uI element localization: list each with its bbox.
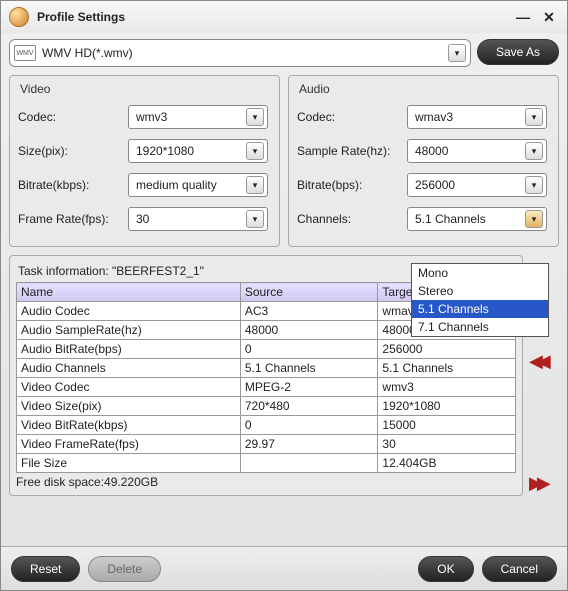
dropdown-option[interactable]: 7.1 Channels [412,318,548,336]
table-cell: 29.97 [240,435,378,454]
table-cell: 12.404GB [378,454,516,473]
table-cell: 30 [378,435,516,454]
prev-button[interactable]: ◀◀ [529,351,557,373]
titlebar: Profile Settings ― ✕ [1,1,567,33]
video-codec-select[interactable]: wmv3▾ [128,105,268,129]
table-cell: 0 [240,416,378,435]
chevron-down-icon[interactable]: ▾ [525,142,543,160]
table-cell: 5.1 Channels [240,359,378,378]
video-group: Video Codec: wmv3▾ Size(pix): 1920*1080▾… [9,75,280,247]
table-cell: Audio Codec [17,302,241,321]
reset-button[interactable]: Reset [11,556,80,582]
ok-button[interactable]: OK [418,556,473,582]
minimize-button[interactable]: ― [513,7,533,27]
dropdown-option[interactable]: Mono [412,264,548,282]
audio-codec-select[interactable]: wmav3▾ [407,105,547,129]
table-row: Video FrameRate(fps)29.9730 [17,435,516,454]
save-as-button[interactable]: Save As [477,39,559,65]
table-cell: 15000 [378,416,516,435]
wmv-icon: WMV [14,45,36,61]
window-title: Profile Settings [37,10,125,24]
video-framerate-select[interactable]: 30▾ [128,207,268,231]
audio-channels-select[interactable]: 5.1 Channels▾ [407,207,547,231]
table-cell: File Size [17,454,241,473]
video-framerate-label: Frame Rate(fps): [18,212,128,226]
table-cell: Video FrameRate(fps) [17,435,241,454]
free-disk-space: Free disk space:49.220GB [16,475,516,489]
footer: Reset Delete OK Cancel [1,546,567,590]
audio-samplerate-label: Sample Rate(hz): [297,144,407,158]
next-button[interactable]: ▶▶ [529,473,557,495]
table-cell: 48000 [240,321,378,340]
table-cell: 0 [240,340,378,359]
nav-arrows: ◀◀ ▶▶ [529,351,557,495]
audio-group: Audio Codec: wmav3▾ Sample Rate(hz): 480… [288,75,559,247]
chevron-down-icon[interactable]: ▾ [246,142,264,160]
audio-samplerate-select[interactable]: 48000▾ [407,139,547,163]
video-bitrate-label: Bitrate(kbps): [18,178,128,192]
table-header[interactable]: Source [240,283,378,302]
table-cell: MPEG-2 [240,378,378,397]
table-cell: Video BitRate(kbps) [17,416,241,435]
chevron-down-icon[interactable]: ▾ [525,176,543,194]
dropdown-option[interactable]: 5.1 Channels [412,300,548,318]
video-bitrate-select[interactable]: medium quality▾ [128,173,268,197]
table-header[interactable]: Name [17,283,241,302]
cancel-button[interactable]: Cancel [482,556,557,582]
table-cell: wmv3 [378,378,516,397]
app-icon [9,7,29,27]
video-group-title: Video [20,82,271,96]
profile-select[interactable]: WMV WMV HD(*.wmv) ▾ [9,39,471,67]
profile-settings-window: Profile Settings ― ✕ WMV WMV HD(*.wmv) ▾… [0,0,568,591]
audio-channels-label: Channels: [297,212,407,226]
table-row: Video Size(pix)720*4801920*1080 [17,397,516,416]
table-row: Audio BitRate(bps)0256000 [17,340,516,359]
chevron-down-icon[interactable]: ▾ [525,108,543,126]
table-row: Audio Channels5.1 Channels5.1 Channels [17,359,516,378]
audio-channels-dropdown[interactable]: MonoStereo5.1 Channels7.1 Channels [411,263,549,337]
close-button[interactable]: ✕ [539,7,559,27]
table-cell: AC3 [240,302,378,321]
chevron-down-icon[interactable]: ▾ [525,210,543,228]
chevron-down-icon[interactable]: ▾ [246,108,264,126]
audio-bitrate-label: Bitrate(bps): [297,178,407,192]
video-size-label: Size(pix): [18,144,128,158]
table-cell: 1920*1080 [378,397,516,416]
audio-codec-label: Codec: [297,110,407,124]
video-size-select[interactable]: 1920*1080▾ [128,139,268,163]
table-cell: 5.1 Channels [378,359,516,378]
video-codec-label: Codec: [18,110,128,124]
profile-label: WMV HD(*.wmv) [42,46,448,60]
table-cell: 720*480 [240,397,378,416]
audio-group-title: Audio [299,82,550,96]
chevron-down-icon[interactable]: ▾ [246,176,264,194]
table-cell: Audio BitRate(bps) [17,340,241,359]
delete-button[interactable]: Delete [88,556,161,582]
audio-bitrate-select[interactable]: 256000▾ [407,173,547,197]
table-row: File Size 12.404GB [17,454,516,473]
table-cell: Audio Channels [17,359,241,378]
chevron-down-icon[interactable]: ▾ [246,210,264,228]
table-cell: Audio SampleRate(hz) [17,321,241,340]
table-cell: 256000 [378,340,516,359]
table-row: Video CodecMPEG-2wmv3 [17,378,516,397]
chevron-down-icon[interactable]: ▾ [448,44,466,62]
table-cell [240,454,378,473]
table-cell: Video Codec [17,378,241,397]
table-row: Video BitRate(kbps)015000 [17,416,516,435]
dropdown-option[interactable]: Stereo [412,282,548,300]
table-cell: Video Size(pix) [17,397,241,416]
